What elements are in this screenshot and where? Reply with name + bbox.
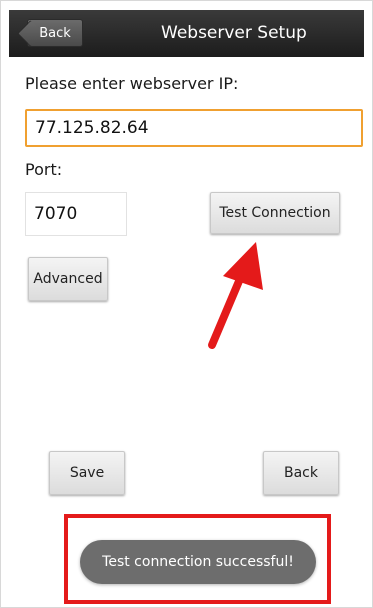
red-arrow-icon — [208, 242, 263, 349]
port-input[interactable]: 7070 — [25, 192, 127, 236]
titlebar-back-label: Back — [39, 25, 71, 41]
titlebar-back-button[interactable]: Back — [27, 19, 83, 47]
title-bar: Back Webserver Setup — [9, 10, 364, 57]
back-label: Back — [284, 465, 318, 481]
save-button[interactable]: Save — [49, 451, 125, 495]
toast-message: Test connection successful! — [80, 540, 316, 584]
advanced-button[interactable]: Advanced — [28, 257, 108, 301]
ip-label: Please enter webserver IP: — [25, 74, 239, 93]
webserver-ip-input[interactable]: 77.125.82.64 — [25, 109, 363, 147]
test-connection-button[interactable]: Test Connection — [210, 192, 340, 234]
test-connection-label: Test Connection — [219, 205, 331, 221]
page-title: Webserver Setup — [161, 23, 307, 43]
save-label: Save — [69, 465, 105, 481]
arrow-shaft — [208, 270, 246, 349]
arrow-head — [223, 242, 263, 290]
back-button[interactable]: Back — [263, 451, 339, 495]
toast-text: Test connection successful! — [102, 554, 294, 570]
advanced-label: Advanced — [33, 271, 103, 287]
port-label: Port: — [25, 160, 63, 179]
